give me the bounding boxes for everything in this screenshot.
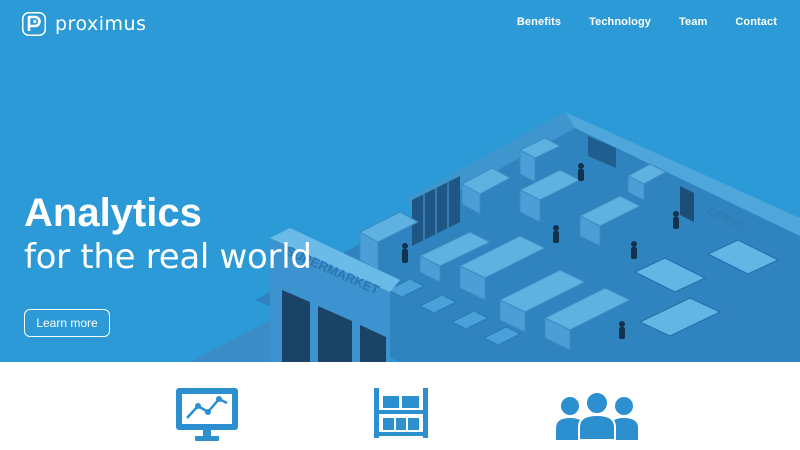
learn-more-button[interactable]: Learn more: [24, 309, 110, 337]
brand-logo[interactable]: proximus: [22, 12, 146, 36]
proximus-p-logo-icon: [22, 12, 46, 36]
nav-links: Benefits Technology Team Contact: [517, 16, 777, 28]
analytics-monitor-icon: [176, 388, 238, 441]
nav-link-contact[interactable]: Contact: [735, 16, 777, 28]
top-navigation: proximus Benefits Technology Team Contac…: [0, 0, 800, 48]
hero-title: Analytics: [24, 191, 202, 235]
hero-subtitle: for the real world: [24, 237, 312, 277]
features-section: [0, 362, 800, 450]
isometric-supermarket-illustration: OPENS SUPERMARKET: [190, 112, 800, 362]
brand-name: proximus: [55, 13, 147, 35]
team-people-icon: [556, 392, 638, 440]
shelf-inventory-icon: [374, 388, 428, 438]
nav-link-technology[interactable]: Technology: [589, 16, 651, 28]
nav-link-team[interactable]: Team: [679, 16, 707, 28]
nav-link-benefits[interactable]: Benefits: [517, 16, 561, 28]
hero-section: OPENS SUPERMARKET proximus Benefits Tech…: [0, 0, 800, 362]
